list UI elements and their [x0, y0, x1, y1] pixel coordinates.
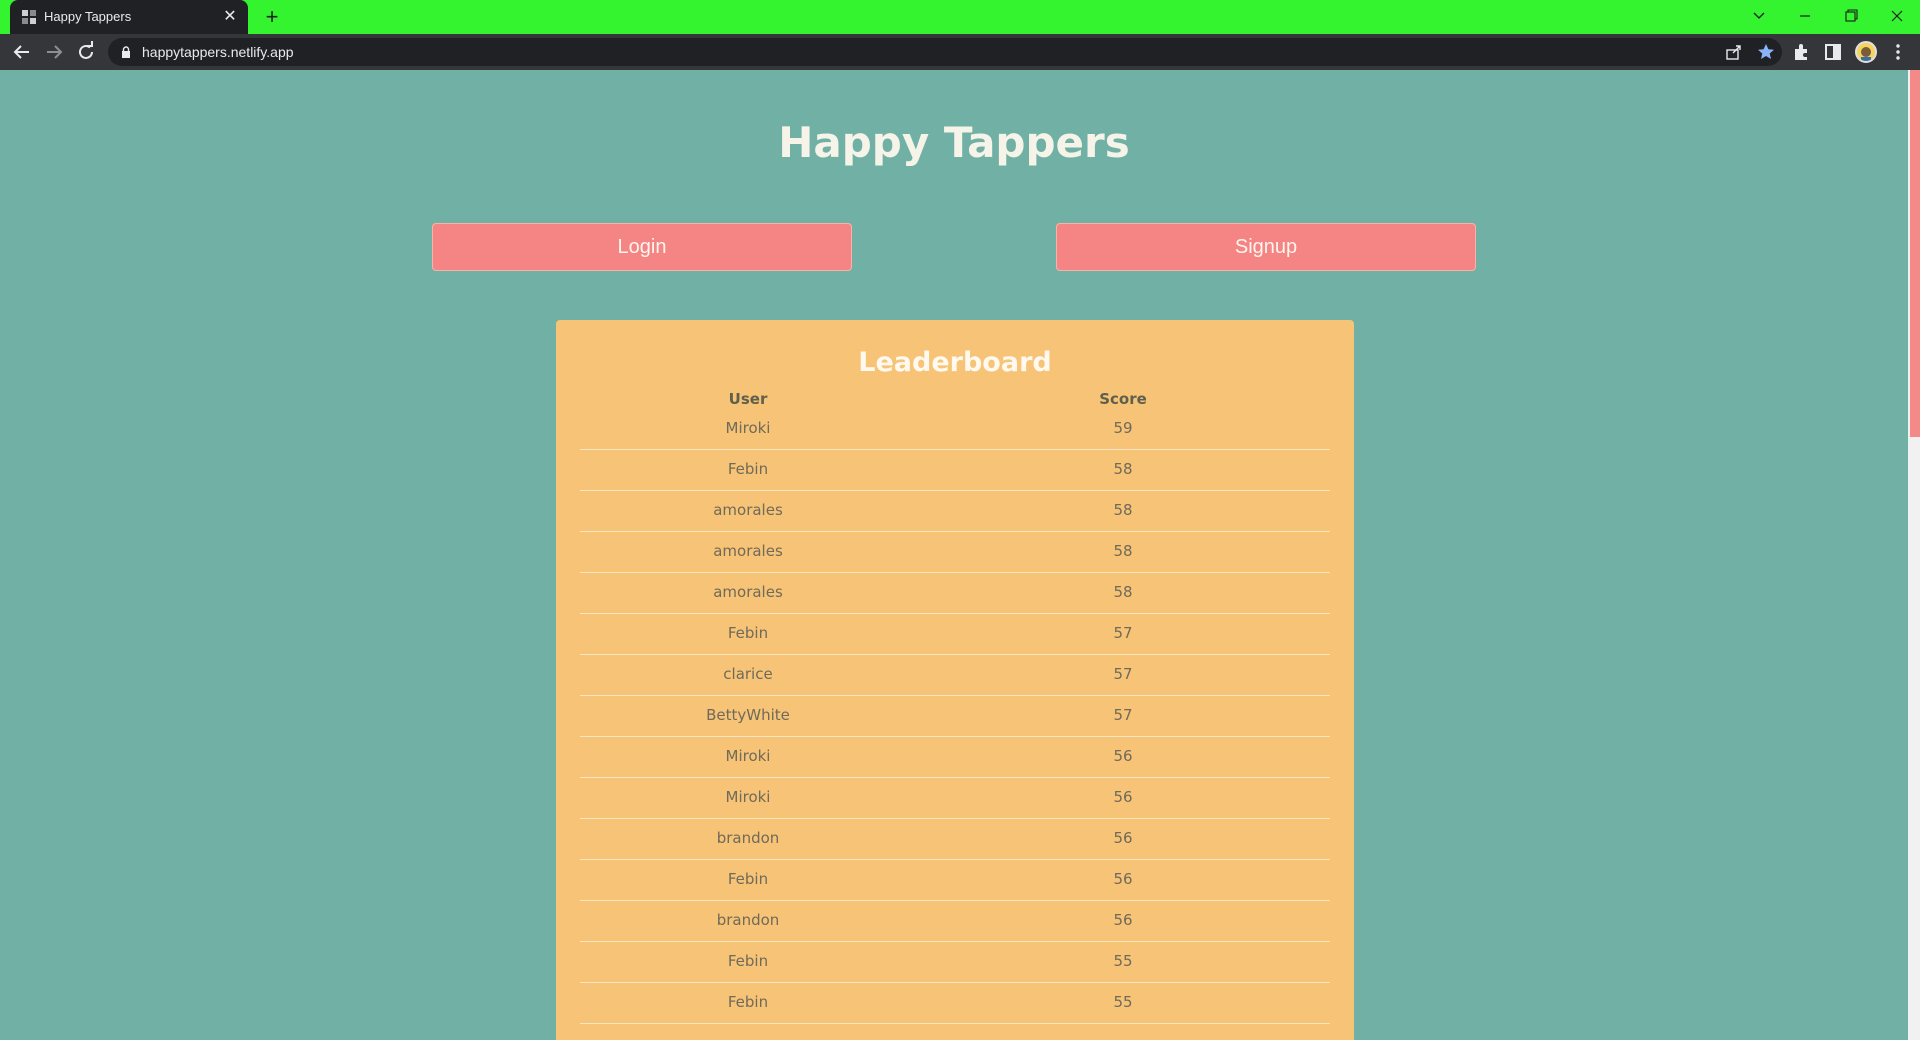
score-cell: 58	[1113, 583, 1133, 601]
close-window-icon[interactable]	[1882, 4, 1912, 28]
browser-tab[interactable]: Happy Tappers ✕	[10, 0, 248, 34]
score-cell: 56	[1113, 911, 1133, 929]
side-panel-icon[interactable]	[1823, 42, 1843, 62]
tab-close-icon[interactable]: ✕	[220, 6, 240, 26]
score-cell: 57	[1113, 665, 1133, 683]
page-title: Happy Tappers	[778, 118, 1130, 167]
forward-icon[interactable]	[42, 40, 66, 64]
leaderboard-panel: Leaderboard User Score Miroki 59 Febin 58 am…	[556, 320, 1354, 1040]
scrollbar-thumb[interactable]	[1910, 70, 1920, 437]
extensions-icon[interactable]	[1791, 42, 1811, 62]
browser-toolbar: happytappers.netlify.app	[0, 34, 1920, 70]
page-scrollbar[interactable]	[1908, 70, 1920, 1040]
restore-icon[interactable]	[1836, 4, 1866, 28]
table-row: Miroki 56	[580, 778, 1330, 819]
score-cell: 56	[1113, 788, 1133, 806]
user-cell: Miroki	[725, 747, 771, 765]
bookmark-star-icon[interactable]	[1756, 42, 1776, 62]
reload-icon[interactable]	[74, 40, 98, 64]
score-cell: 55	[1113, 952, 1133, 970]
column-header-user: User	[728, 390, 768, 408]
score-cell: 59	[1113, 419, 1133, 437]
table-row: BettyWhite 57	[580, 696, 1330, 737]
score-cell: 56	[1113, 829, 1133, 847]
table-row: Miroki 56	[580, 737, 1330, 778]
tab-search-icon[interactable]	[1744, 4, 1774, 28]
user-cell: Miroki	[725, 419, 771, 437]
score-cell: 56	[1113, 747, 1133, 765]
user-cell: amorales	[713, 501, 783, 519]
signup-button[interactable]: Signup	[1056, 223, 1476, 271]
score-cell: 58	[1113, 460, 1133, 478]
site-favicon-icon	[22, 10, 36, 24]
table-row: amorales 58	[580, 491, 1330, 532]
menu-dots-icon[interactable]	[1888, 42, 1908, 62]
address-bar[interactable]: happytappers.netlify.app	[108, 38, 1782, 66]
score-cell: 57	[1113, 624, 1133, 642]
tab-title: Happy Tappers	[44, 9, 132, 24]
avatar-face-icon	[1861, 47, 1871, 61]
login-button[interactable]: Login	[432, 223, 852, 271]
user-cell: amorales	[713, 542, 783, 560]
user-cell: brandon	[716, 829, 780, 847]
table-row: clarice 57	[580, 655, 1330, 696]
user-cell: Febin	[727, 460, 769, 478]
new-tab-icon[interactable]: +	[260, 5, 284, 29]
user-cell: Febin	[727, 624, 769, 642]
user-cell: BettyWhite	[706, 706, 790, 724]
table-row: Febin 58	[580, 450, 1330, 491]
score-cell: 58	[1113, 501, 1133, 519]
score-cell: 56	[1113, 870, 1133, 888]
table-row: Febin 55	[580, 942, 1330, 983]
score-cell: 57	[1113, 706, 1133, 724]
share-icon[interactable]	[1724, 42, 1744, 62]
profile-avatar[interactable]	[1855, 41, 1877, 63]
table-row: Febin 56	[580, 860, 1330, 901]
user-cell: clarice	[723, 665, 773, 683]
table-row: Miroki 59	[580, 409, 1330, 450]
leaderboard-title: Leaderboard	[858, 347, 1052, 378]
table-row: amorales 58	[580, 532, 1330, 573]
leaderboard-table: Miroki 59 Febin 58 amorales 58 amorales 58 amora…	[580, 409, 1330, 1024]
table-row: amorales 58	[580, 573, 1330, 614]
user-cell: Febin	[727, 952, 769, 970]
user-cell: Miroki	[725, 788, 771, 806]
table-row: brandon 56	[580, 901, 1330, 942]
minimize-icon[interactable]	[1790, 4, 1820, 28]
browser-tab-bar: Happy Tappers ✕ +	[0, 0, 1920, 34]
column-header-score: Score	[1099, 390, 1147, 408]
table-row: Febin 55	[580, 983, 1330, 1024]
user-cell: amorales	[713, 583, 783, 601]
back-icon[interactable]	[10, 40, 34, 64]
lock-icon	[122, 46, 130, 58]
table-row: Febin 57	[580, 614, 1330, 655]
score-cell: 55	[1113, 993, 1133, 1011]
url-text: happytappers.netlify.app	[142, 44, 294, 60]
table-row: brandon 56	[580, 819, 1330, 860]
user-cell: Febin	[727, 870, 769, 888]
score-cell: 58	[1113, 542, 1133, 560]
user-cell: Febin	[727, 993, 769, 1011]
user-cell: brandon	[716, 911, 780, 929]
